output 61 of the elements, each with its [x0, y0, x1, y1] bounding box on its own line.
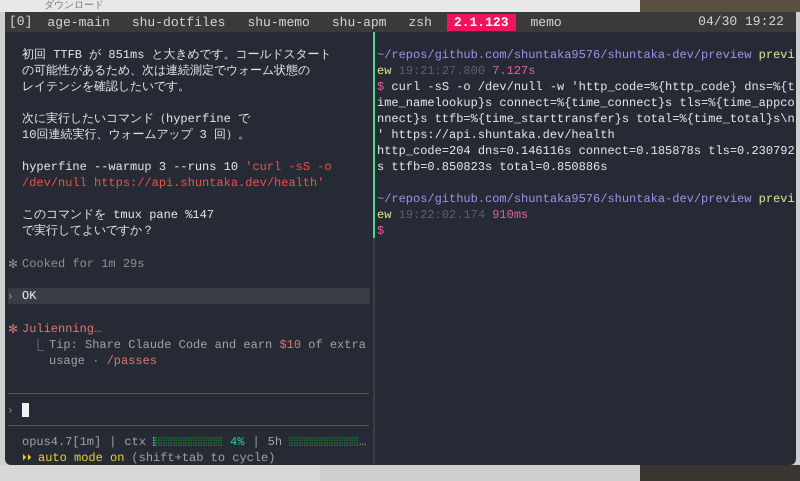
shell-prompt: $	[377, 223, 384, 239]
shell-text: http_code=204 dns=0.146116s connect=0.185878s tls=0.230792	[377, 143, 795, 159]
tip-accent: $10	[279, 337, 302, 353]
mode-label: auto mode on	[38, 450, 124, 465]
prompt-glyph: ›	[8, 288, 14, 304]
shell-path: ~/repos/github.com/shuntaka9576/shuntaka-dev/preview	[377, 191, 752, 207]
window-tab[interactable]: shu-memo	[240, 14, 317, 30]
toolbar-label: ダウンロード	[44, 0, 104, 12]
window-tab[interactable]: shu-apm	[324, 14, 394, 30]
shell-text: curl -sS -o /dev/null -w 'http_code=%{http_code} dns=%{t	[391, 79, 795, 95]
message-text: 10回連続実行、ウォームアップ 3 回）。	[22, 127, 250, 143]
window-tab[interactable]: age-main	[40, 14, 117, 30]
text-cursor	[22, 403, 29, 417]
shell-branch: previ	[758, 191, 795, 207]
message-text: 次に実行したいコマンド（hyperfine で	[22, 111, 250, 127]
mode-hint: (shift+tab to cycle)	[131, 450, 276, 465]
window-label: 5h	[268, 434, 282, 450]
model-name: opus4.7[1m]	[22, 434, 102, 450]
shell-duration: 910ms	[492, 207, 528, 223]
shell-branch: ew	[377, 207, 392, 223]
ctx-label: ctx	[124, 434, 146, 450]
tip-text: usage ·	[49, 353, 100, 369]
message-text: の可能性があるため、次は連続測定でウォーム状態の	[22, 63, 310, 79]
shell-text: ime_namelookup}s connect=%{time_connect}s tls=%{time_appco	[377, 95, 795, 111]
message-code: /dev/null https://api.shuntaka.dev/health'	[22, 175, 324, 191]
ctx-percent: 4%	[230, 434, 244, 450]
prompt-glyph: ›	[8, 402, 14, 418]
shell-path: ~/repos/github.com/shuntaka9576/shuntaka-dev/preview	[377, 47, 752, 63]
window-tab[interactable]: shu-dotfiles	[124, 14, 232, 30]
window-tab[interactable]: memo	[524, 14, 569, 30]
tip-text: Tip: Share Claude Code and earn	[49, 337, 274, 353]
window-tab[interactable]: zsh	[401, 14, 439, 30]
message-text: 初回 TTFB が 851ms と大きめです。コールドスタート	[22, 47, 332, 63]
shell-text: s ttfb=0.850823s total=0.850886s	[377, 159, 608, 175]
session-label: [0]	[9, 13, 32, 32]
tip-text: of extra	[307, 337, 366, 353]
shell-text: ' https://api.shuntaka.dev/health	[377, 127, 615, 143]
shell-duration: 7.127s	[492, 63, 536, 79]
shell-branch: previ	[758, 47, 795, 63]
message-text: hyperfine --warmup 3 --runs 10	[22, 159, 240, 175]
tip-accent: /passes	[106, 353, 158, 369]
cooked-icon: ✻	[8, 256, 22, 272]
tip-branch-icon: ⎿	[32, 337, 49, 353]
usage-meter	[289, 437, 360, 447]
shell-branch: ew	[377, 63, 392, 79]
window-tab[interactable]: 2.1.123	[446, 14, 516, 30]
message-text: で実行してよいですか？	[22, 223, 154, 239]
cooked-status: Cooked for 1m 29s	[22, 256, 144, 272]
message-text: このコマンドを tmux pane %147	[22, 207, 214, 223]
message-text: レイテンシを確認したいです。	[22, 79, 190, 95]
separator: |	[109, 434, 116, 450]
clock: 04/30 19:22	[698, 13, 784, 32]
shell-text: nnect}s ttfb=%{time_starttransfer}s total=%{time_total}s\n	[377, 111, 795, 127]
user-message-text: OK	[22, 288, 36, 304]
overflow-ellipsis: …	[359, 434, 366, 450]
shell-prompt: $	[377, 79, 386, 95]
mode-icon: ⏵⏵	[22, 450, 32, 465]
spinner-icon: ✻	[8, 321, 22, 337]
activity-label: Julienning…	[22, 321, 102, 337]
message-code: 'curl -sS -o	[245, 159, 332, 175]
separator: |	[252, 434, 260, 450]
